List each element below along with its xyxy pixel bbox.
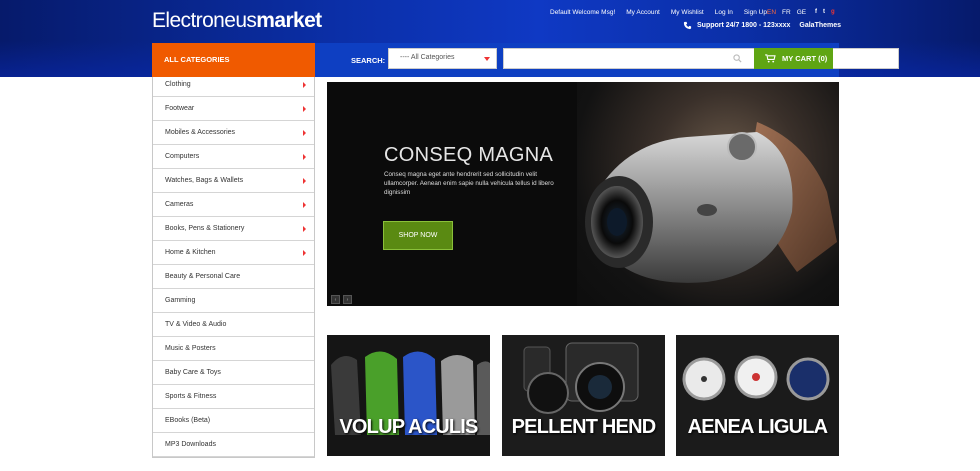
top-links: Default Welcome Msg! My Account My Wishl…	[550, 9, 767, 16]
category-item[interactable]: MP3 Downloads	[153, 433, 314, 457]
all-categories-header[interactable]: ALL CATEGORIES	[152, 43, 315, 77]
welcome-message: Default Welcome Msg!	[550, 9, 616, 16]
chevron-right-icon	[303, 130, 306, 136]
hero-title: CONSEQ MAGNA	[384, 144, 554, 166]
category-item-label: Baby Care & Toys	[165, 369, 221, 376]
search-icon[interactable]	[733, 54, 742, 63]
chevron-right-icon	[303, 106, 306, 112]
chevron-right-icon	[303, 250, 306, 256]
promo-caption: AENEA LIGULA	[687, 416, 828, 438]
cart-button[interactable]: MY CART (0)	[754, 48, 833, 69]
slider-prev-button[interactable]: ‹	[331, 295, 340, 304]
category-item-label: Music & Posters	[165, 345, 216, 352]
category-item[interactable]: Footwear	[153, 97, 314, 121]
site-logo[interactable]: Electroneusmarket	[152, 9, 322, 33]
category-item-label: Cameras	[165, 201, 194, 208]
category-item-label: TV & Video & Audio	[165, 321, 227, 328]
category-item-label: Mobiles & Accessories	[165, 129, 236, 136]
login-link[interactable]: Log In	[715, 9, 733, 16]
social-links: f t g	[815, 9, 835, 15]
my-account-link[interactable]: My Account	[626, 9, 660, 16]
category-item[interactable]: TV & Video & Audio	[153, 313, 314, 337]
promo-tile-pcs[interactable]: VOLUP ACULIS	[327, 335, 490, 456]
category-item-label: Watches, Bags & Wallets	[165, 177, 244, 184]
chevron-right-icon	[303, 202, 306, 208]
lang-en[interactable]: EN	[767, 9, 776, 16]
cart-icon	[765, 54, 776, 63]
logo-text-light: Electroneus	[152, 9, 257, 32]
category-item[interactable]: Cameras	[153, 193, 314, 217]
phone-icon	[683, 21, 692, 30]
category-item[interactable]: Gamming	[153, 289, 314, 313]
chevron-right-icon	[303, 226, 306, 232]
category-item[interactable]: Beauty & Personal Care	[153, 265, 314, 289]
twitter-icon[interactable]: t	[823, 9, 825, 15]
category-item[interactable]: Books, Pens & Stationery	[153, 217, 314, 241]
category-item-label: Footwear	[165, 105, 195, 112]
my-wishlist-link[interactable]: My Wishlist	[671, 9, 704, 16]
chevron-right-icon	[303, 154, 306, 160]
lang-fr[interactable]: FR	[782, 9, 791, 16]
category-item-label: Home & Kitchen	[165, 249, 216, 256]
promo-tile-cameras[interactable]: PELLENT HEND	[502, 335, 665, 456]
category-item-label: Clothing	[165, 81, 191, 88]
category-item-label: Sports & Fitness	[165, 393, 217, 400]
search-bar: ALL CATEGORIES SEARCH: ---- All Categori…	[152, 43, 899, 77]
facebook-icon[interactable]: f	[815, 9, 817, 15]
category-select-value: ---- All Categories	[400, 54, 455, 61]
category-item[interactable]: Sports & Fitness	[153, 385, 314, 409]
lang-ge[interactable]: GE	[797, 9, 806, 16]
hero-slider: CONSEQ MAGNA Conseq magna eget ante hend…	[327, 82, 839, 306]
signup-link[interactable]: Sign Up	[744, 9, 767, 16]
search-input[interactable]	[503, 48, 899, 69]
language-switcher: EN FR GE	[767, 9, 806, 16]
promo-caption: VOLUP ACULIS	[339, 416, 478, 438]
category-select[interactable]: ---- All Categories	[388, 48, 497, 69]
category-item[interactable]: Home & Kitchen	[153, 241, 314, 265]
shop-now-button[interactable]: SHOP NOW	[383, 221, 453, 250]
slider-next-button[interactable]: ›	[343, 295, 352, 304]
promo-caption: PELLENT HEND	[511, 416, 657, 438]
category-item-label: Gamming	[165, 297, 196, 304]
cart-label: MY CART (0)	[782, 54, 828, 63]
category-item-label: Books, Pens & Stationery	[165, 225, 245, 232]
category-item-label: Computers	[165, 153, 200, 160]
category-item[interactable]: Music & Posters	[153, 337, 314, 361]
category-item[interactable]: Watches, Bags & Wallets	[153, 169, 314, 193]
category-item-label: EBooks (Beta)	[165, 417, 211, 424]
category-item-label: MP3 Downloads	[165, 441, 216, 448]
slider-nav: ‹ ›	[331, 295, 352, 304]
chevron-right-icon	[303, 82, 306, 88]
support-text: Support 24/7 1800 - 123xxxx	[697, 22, 791, 29]
category-item[interactable]: Computers	[153, 145, 314, 169]
search-label: SEARCH:	[351, 56, 386, 65]
category-item[interactable]: Mobiles & Accessories	[153, 121, 314, 145]
category-item-label: Beauty & Personal Care	[165, 273, 241, 280]
logo-text-bold: market	[256, 9, 322, 32]
category-item[interactable]: Baby Care & Toys	[153, 361, 314, 385]
google-plus-icon[interactable]: g	[831, 9, 835, 15]
promo-tile-watches[interactable]: AENEA LIGULA	[676, 335, 839, 456]
hero-description: Conseq magna eget ante hendrerit sed sol…	[384, 171, 554, 196]
category-item[interactable]: EBooks (Beta)	[153, 409, 314, 433]
chevron-down-icon	[484, 57, 490, 61]
support-info: Support 24/7 1800 - 123xxxx GalaThemes	[683, 21, 841, 30]
support-brand: GalaThemes	[799, 22, 842, 29]
chevron-right-icon	[303, 178, 306, 184]
category-menu: Clothing Footwear Mobiles & Accessories Com…	[152, 72, 315, 458]
